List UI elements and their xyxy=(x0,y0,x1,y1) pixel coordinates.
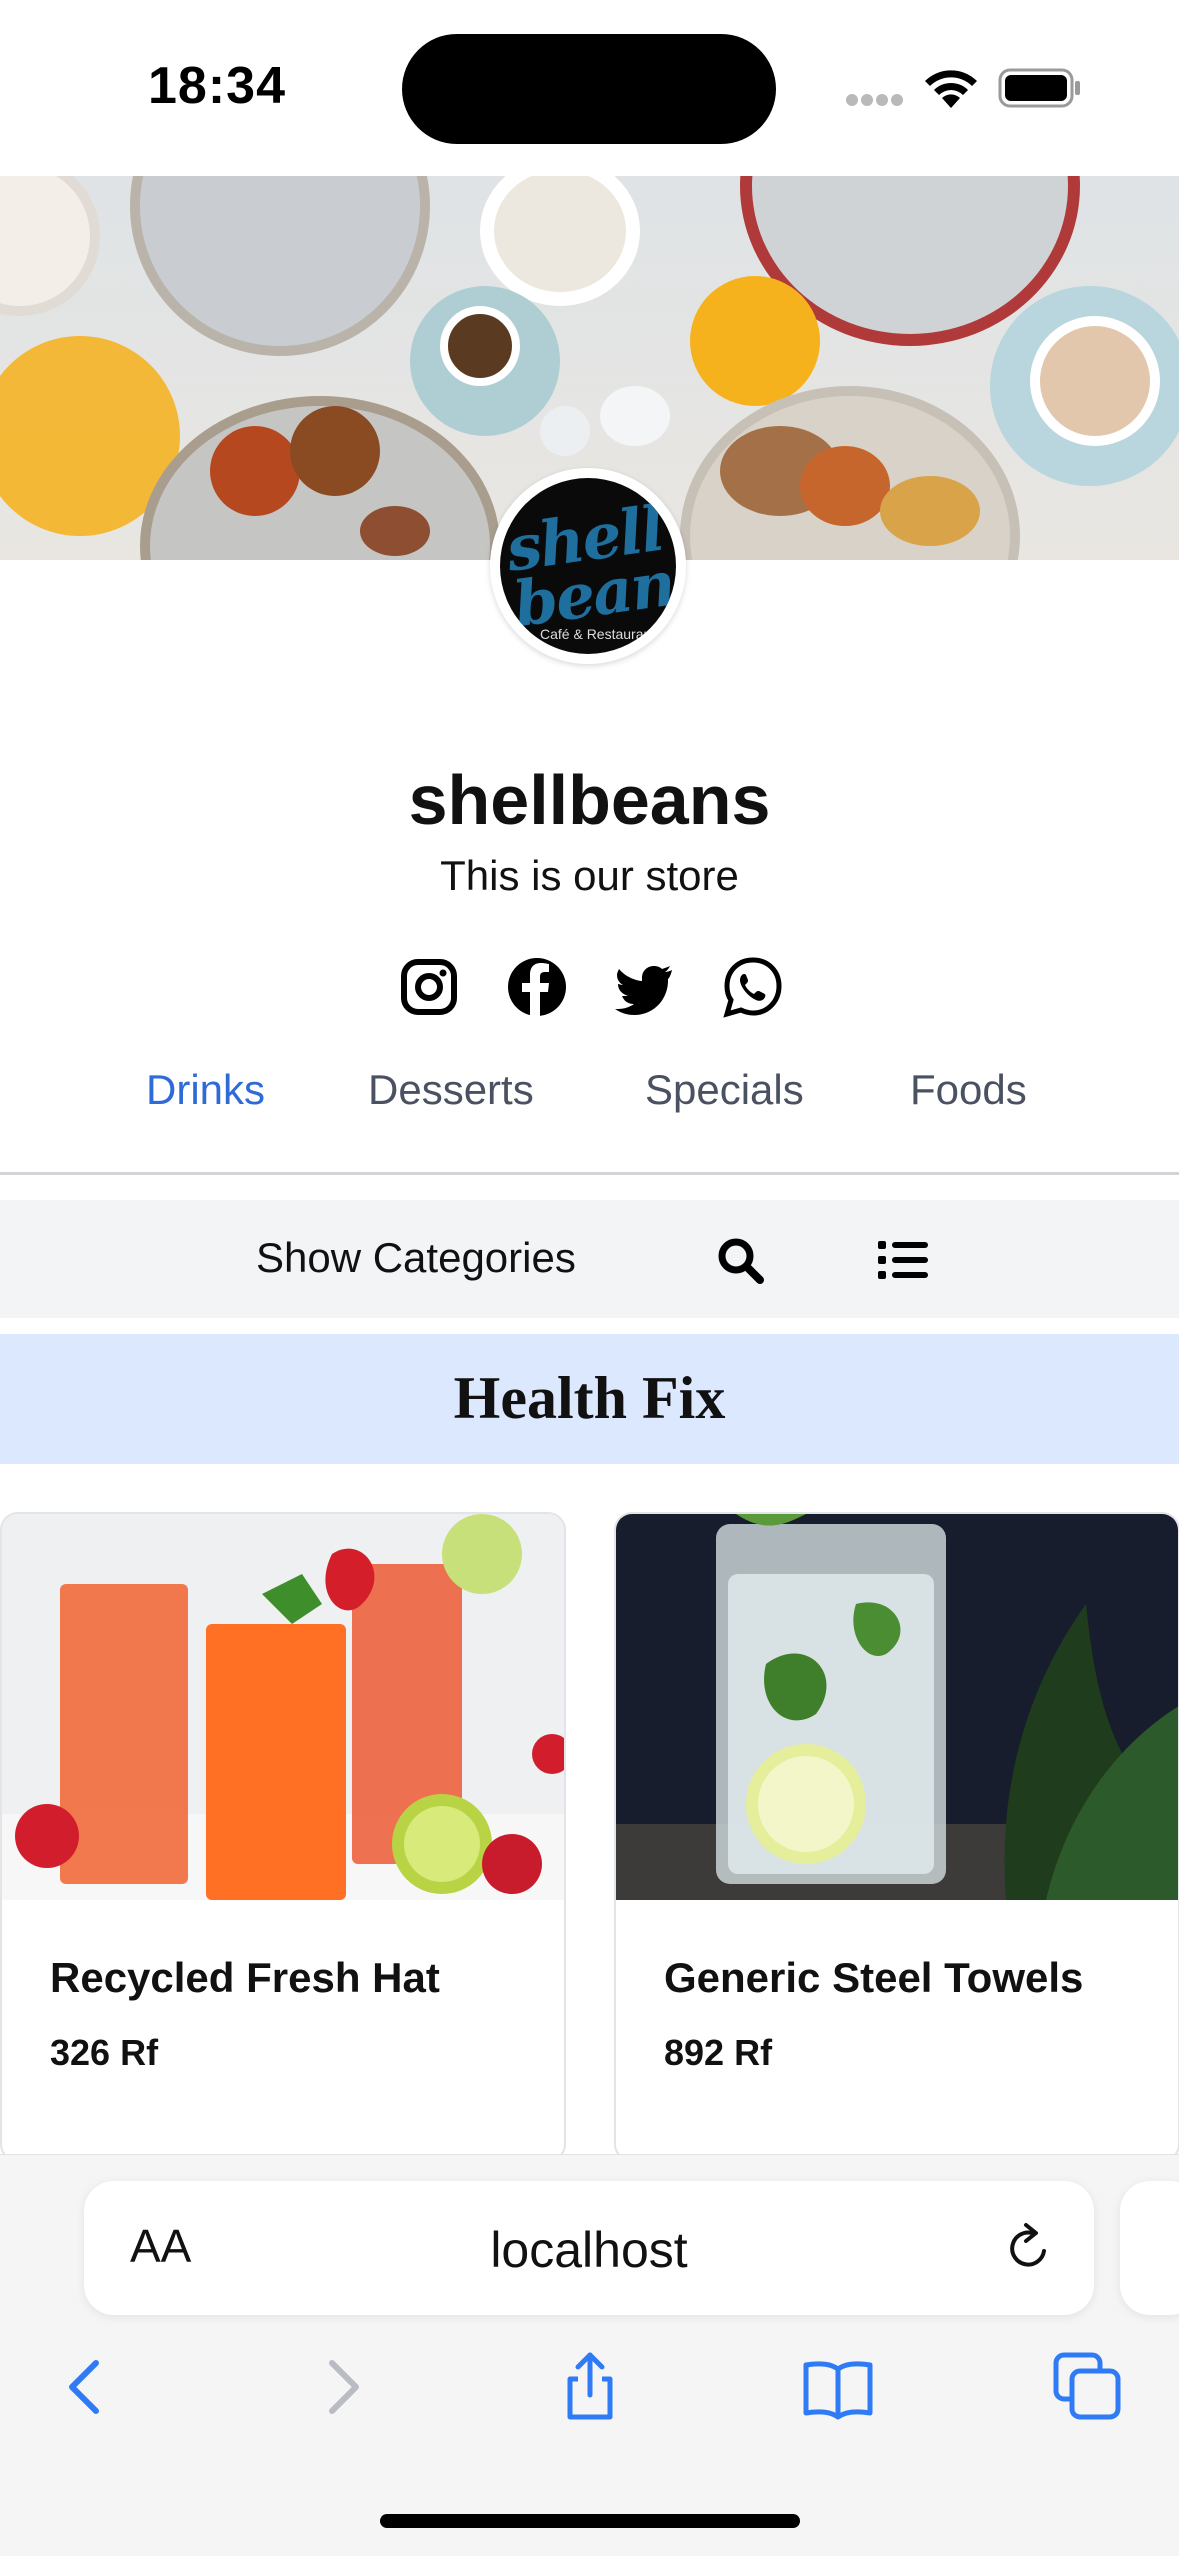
status-bar: 18:34 xyxy=(0,0,1179,176)
product-name: Generic Steel Towels xyxy=(664,1954,1084,2001)
section-header: Health Fix xyxy=(0,1334,1179,1464)
search-icon[interactable] xyxy=(716,1236,764,1284)
product-card[interactable]: Recycled Fresh Hat 326 Rf xyxy=(0,1512,566,2162)
tabs-icon[interactable] xyxy=(1052,2351,1124,2423)
logo-wordmark: shell beans xyxy=(501,491,676,642)
instagram-icon[interactable] xyxy=(398,956,460,1018)
store-name: shellbeans xyxy=(408,761,771,839)
back-icon[interactable] xyxy=(52,2351,124,2423)
tab-drinks[interactable]: Drinks xyxy=(146,1066,265,1114)
tab-desserts[interactable]: Desserts xyxy=(368,1066,534,1114)
home-indicator xyxy=(380,2514,800,2528)
store-tagline: This is our store xyxy=(440,852,739,899)
battery-icon xyxy=(998,68,1080,108)
dynamic-island xyxy=(402,34,776,144)
tabs-divider xyxy=(0,1172,1179,1175)
product-card[interactable]: Generic Steel Towels 892 Rf xyxy=(614,1512,1179,2162)
category-tabs: Drinks Desserts Specials Foods xyxy=(0,1066,1179,1186)
show-categories-button[interactable]: Show Categories xyxy=(256,1234,576,1282)
social-links xyxy=(398,956,782,1018)
logo-subtext: Café & Restaurant xyxy=(540,626,656,642)
bookmarks-icon[interactable] xyxy=(802,2351,874,2423)
next-tab-preview[interactable] xyxy=(1120,2181,1179,2315)
whatsapp-icon[interactable] xyxy=(722,956,784,1018)
tab-foods[interactable]: Foods xyxy=(910,1066,1027,1114)
section-title: Health Fix xyxy=(453,1365,726,1431)
wifi-icon xyxy=(925,70,977,108)
product-name: Recycled Fresh Hat xyxy=(50,1954,440,2001)
product-image xyxy=(2,1514,564,1900)
cellular-signal-icon xyxy=(846,94,904,106)
menu-toolbar: Show Categories xyxy=(0,1200,1179,1318)
store-logo: shell beans Café & Restaurant xyxy=(490,468,686,664)
product-price: 892 Rf xyxy=(664,2032,773,2073)
tab-specials[interactable]: Specials xyxy=(645,1066,804,1114)
product-price: 326 Rf xyxy=(50,2032,159,2073)
product-image xyxy=(616,1514,1178,1900)
forward-icon[interactable] xyxy=(304,2351,376,2423)
reload-icon[interactable] xyxy=(1002,2221,1056,2275)
share-icon[interactable] xyxy=(554,2351,626,2423)
url-text: localhost xyxy=(490,2222,688,2278)
status-time: 18:34 xyxy=(148,57,286,115)
facebook-icon[interactable] xyxy=(506,956,568,1018)
twitter-icon[interactable] xyxy=(614,956,676,1018)
list-view-icon[interactable] xyxy=(878,1238,928,1282)
browser-toolbar: AA localhost xyxy=(0,2154,1179,2556)
address-bar[interactable]: AA localhost xyxy=(84,2181,1094,2315)
